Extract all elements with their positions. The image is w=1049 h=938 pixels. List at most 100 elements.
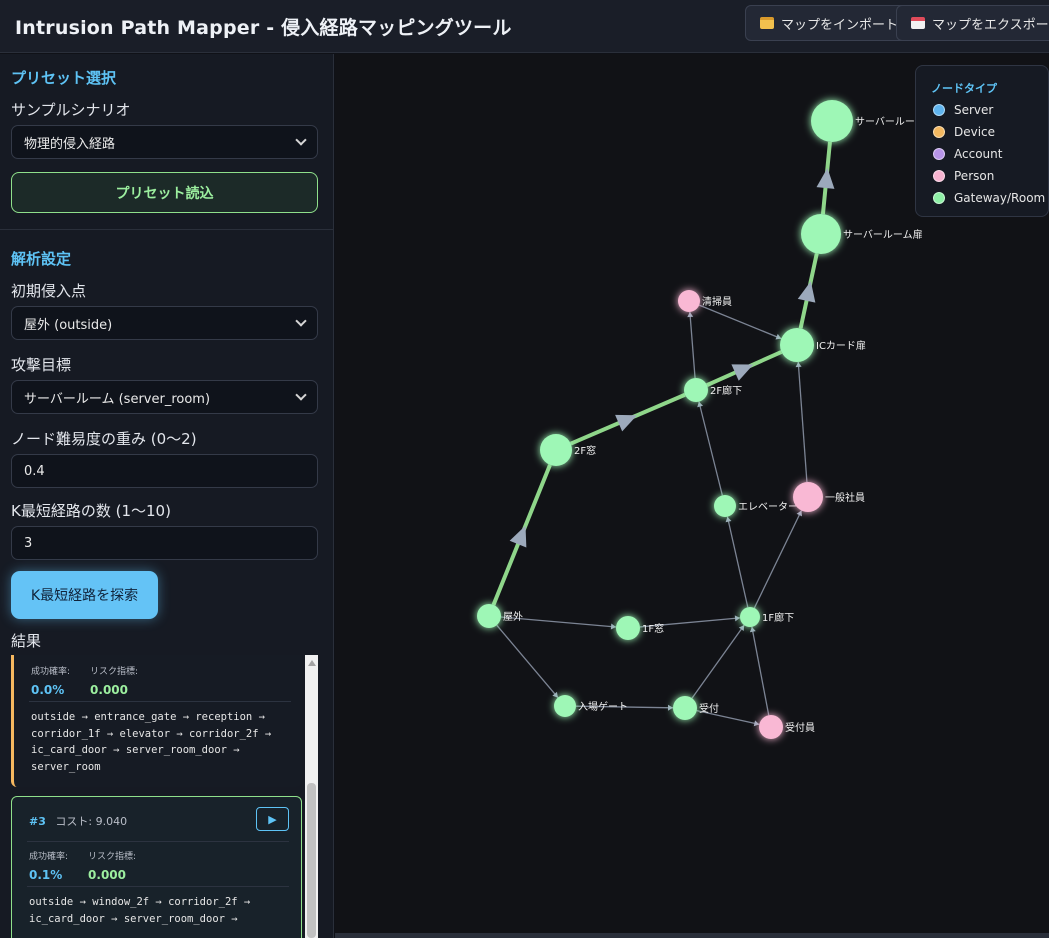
analysis-section-title: 解析設定 [11, 250, 72, 268]
edge-arrow [725, 516, 732, 523]
graph-node-server-room-door[interactable] [801, 214, 841, 254]
result-cost: コスト: 9.040 [55, 815, 128, 828]
import-map-label: マップをインポート [781, 17, 899, 33]
edge-arrow [610, 623, 617, 630]
edge-arrow [753, 720, 760, 727]
results-scrollbar[interactable] [305, 655, 318, 938]
graph-node-window-2f[interactable] [540, 434, 572, 466]
graph-node-ic-card-door[interactable] [780, 328, 814, 362]
weight-input[interactable]: 0.4 [11, 454, 318, 488]
graph-node-corridor-2f[interactable] [684, 378, 708, 402]
success-rate-label: 成功確率: [31, 667, 71, 677]
graph-node-label: 入場ゲート [578, 700, 628, 713]
legend-item-person: Person [933, 169, 994, 183]
graph-node-outside[interactable] [477, 604, 501, 628]
search-k-paths-button[interactable]: K最短経路を探索 [11, 571, 158, 619]
graph-node-cleaner[interactable] [678, 290, 700, 312]
chevron-down-icon [295, 134, 307, 146]
person-dot-icon [933, 170, 945, 182]
k-paths-input[interactable]: 3 [11, 526, 318, 560]
canvas-bottom-border [335, 933, 1049, 938]
graph-node-window-1f[interactable] [616, 616, 640, 640]
graph-node-corridor-1f[interactable] [740, 607, 760, 627]
app-title: Intrusion Path Mapper - 侵入経路マッピングツール [15, 17, 512, 39]
graph-node-label: 屋外 [503, 611, 523, 623]
result-card: 成功確率: 0.0% リスク指標: 0.000 outside → entran… [11, 655, 302, 787]
edge-arrow [797, 281, 816, 303]
scroll-thumb[interactable] [307, 783, 316, 938]
edge-arrow [687, 311, 694, 318]
section-divider [0, 229, 333, 230]
result-card[interactable]: #3 コスト: 9.040 ▶ 成功確率: 0.1% リスク指標: 0.000 … [11, 796, 302, 938]
legend-item-gateway: Gateway/Room [933, 191, 1045, 205]
scenario-select[interactable]: 物理的侵入経路 [11, 125, 318, 159]
results-label: 結果 [11, 632, 42, 650]
server-dot-icon [933, 104, 945, 116]
graph-node-elevator[interactable] [714, 495, 736, 517]
load-preset-button[interactable]: プリセット読込 [11, 172, 318, 213]
folder-icon [760, 17, 774, 29]
weight-label: ノード難易度の重み (0〜2) [11, 430, 197, 448]
legend-item-device: Device [933, 125, 995, 139]
result-stats: 成功確率: 0.0% リスク指標: 0.000 [31, 664, 158, 697]
chevron-down-icon [295, 315, 307, 327]
graph-edge [691, 624, 745, 699]
card-divider [27, 841, 289, 842]
graph-node-receptionist[interactable] [759, 715, 783, 739]
target-select[interactable]: サーバールーム (server_room) [11, 380, 318, 414]
result-path: outside → window_2f → corridor_2f → ic_c… [29, 896, 251, 925]
edge-arrow [738, 625, 745, 631]
graph-edge [689, 311, 696, 379]
results-list[interactable]: 成功確率: 0.0% リスク指標: 0.000 outside → entran… [11, 655, 318, 938]
legend-item-account: Account [933, 147, 1002, 161]
legend: ノードタイプ Server Device Account Person Gate… [915, 65, 1049, 217]
risk-index-label: リスク指標: [90, 667, 139, 677]
edge-arrow [697, 401, 704, 408]
success-rate-value: 0.1% [29, 868, 63, 882]
legend-label: Account [954, 147, 1003, 161]
edge-arrow [749, 626, 756, 633]
graph-node-employee[interactable] [793, 482, 823, 512]
graph-node-label: 2F窓 [574, 444, 596, 457]
preset-section-title: プリセット選択 [11, 69, 117, 87]
graph-edge [698, 304, 782, 340]
export-map-button[interactable]: マップをエクスポート [896, 5, 1049, 41]
edge-arrow [795, 361, 802, 368]
graph-node-entrance-gate[interactable] [554, 695, 576, 717]
weight-input-value: 0.4 [24, 463, 45, 479]
legend-item-server: Server [933, 103, 993, 117]
legend-label: Device [954, 125, 996, 139]
graph-node-label: 一般社員 [825, 491, 865, 504]
graph-node-label: 受付員 [785, 721, 815, 734]
entry-point-label: 初期侵入点 [11, 282, 87, 300]
graph-node-label: 2F廊下 [710, 384, 742, 397]
graph-node-label: 1F窓 [642, 622, 664, 635]
play-path-button[interactable]: ▶ [256, 807, 289, 831]
result-rank: #3 [29, 815, 46, 828]
graph-node-label: サーバールーム扉 [843, 228, 923, 241]
app-header: Intrusion Path Mapper - 侵入経路マッピングツール マップ… [0, 0, 1049, 53]
entry-point-select[interactable]: 屋外 (outside) [11, 306, 318, 340]
card-divider [29, 701, 291, 702]
device-dot-icon [933, 126, 945, 138]
graph-edge [753, 510, 803, 609]
scroll-up-icon[interactable] [308, 660, 316, 666]
graph-edge [698, 401, 723, 496]
graph-node-label: 受付 [699, 702, 719, 715]
graph-node-reception[interactable] [673, 696, 697, 720]
legend-label: Person [954, 169, 995, 183]
sidebar: プリセット選択 サンプルシナリオ 物理的侵入経路 プリセット読込 解析設定 初期… [0, 54, 334, 938]
import-map-button[interactable]: マップをインポート [745, 5, 912, 41]
graph-edge [496, 624, 559, 699]
edge-arrow [667, 704, 674, 711]
graph-node-server-room[interactable] [811, 100, 853, 142]
graph-node-label: エレベーター [738, 501, 798, 513]
k-paths-label: K最短経路の数 (1〜10) [11, 502, 171, 520]
graph-edge [797, 361, 808, 483]
graph-node-label: 清掃員 [702, 295, 732, 308]
risk-index-value: 0.000 [88, 868, 127, 882]
graph-node-label: 1F廊下 [762, 611, 794, 624]
scenario-select-value: 物理的侵入経路 [24, 136, 116, 152]
entry-point-select-value: 屋外 (outside) [24, 317, 113, 333]
graph-edge [726, 516, 749, 608]
